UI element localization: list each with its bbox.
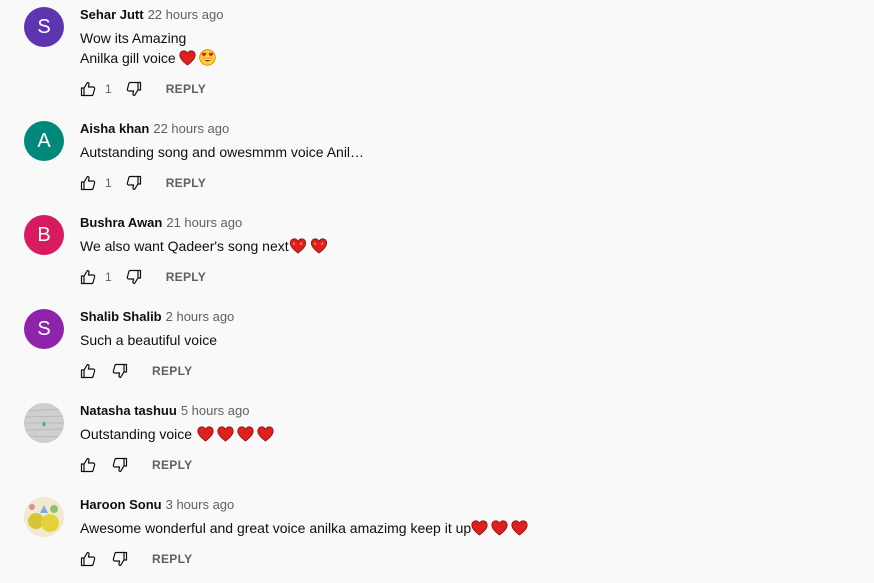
- comment-item: S Shalib Shalib 2 hours ago Such a beauti…: [0, 309, 874, 403]
- comment-text-line-2: Anilka gill voice: [80, 50, 176, 66]
- comment-time[interactable]: 3 hours ago: [166, 497, 235, 512]
- comment-text-line-1: Outstanding voice: [80, 426, 193, 442]
- heart-emoji-icon: [257, 426, 274, 447]
- comment-time[interactable]: 22 hours ago: [148, 7, 224, 22]
- thumbs-up-icon[interactable]: [80, 175, 96, 191]
- comment-actions: 1 REPLY: [80, 267, 206, 287]
- comment-time[interactable]: 21 hours ago: [166, 215, 242, 230]
- sparkling-heart-emoji-icon: [310, 238, 328, 259]
- comment-text-line-1: We also want Qadeer's song next: [80, 238, 289, 254]
- comment-text-line: Wow its Amazing: [80, 28, 216, 48]
- avatar[interactable]: S: [24, 7, 64, 47]
- avatar-letter: B: [37, 224, 51, 246]
- comment-author[interactable]: Aisha khan: [80, 121, 149, 136]
- heart-emoji-icon: [491, 520, 508, 541]
- comment-author[interactable]: Shalib Shalib: [80, 309, 162, 324]
- avatar[interactable]: S: [24, 309, 64, 349]
- avatar-letter: A: [37, 130, 51, 152]
- comment-item: Natasha tashuu 5 hours ago Outstanding vo…: [0, 403, 874, 497]
- avatar[interactable]: [24, 497, 64, 537]
- avatar-letter: S: [37, 16, 51, 38]
- avatar-photo: [24, 497, 64, 537]
- heart-emoji-icon: [471, 520, 488, 541]
- thumbs-down-icon[interactable]: [112, 457, 128, 473]
- comment-time[interactable]: 2 hours ago: [166, 309, 235, 324]
- like-count: 1: [105, 176, 112, 190]
- heart-emoji-icon: [197, 426, 214, 447]
- comment-item: B Bushra Awan 21 hours ago We also want Q…: [0, 215, 874, 309]
- comment-text-line: Anilka gill voice: [80, 48, 216, 71]
- thumbs-down-icon[interactable]: [126, 81, 142, 97]
- comment-text-line-1: Wow its Amazing: [80, 30, 187, 46]
- comment-time[interactable]: 22 hours ago: [153, 121, 229, 136]
- comment-author[interactable]: Haroon Sonu: [80, 497, 162, 512]
- comment-author[interactable]: Natasha tashuu: [80, 403, 177, 418]
- reply-button[interactable]: REPLY: [152, 552, 192, 566]
- reply-button[interactable]: REPLY: [152, 364, 192, 378]
- comment-author[interactable]: Bushra Awan: [80, 215, 162, 230]
- comment-actions: REPLY: [80, 549, 192, 569]
- comment-author[interactable]: Sehar Jutt: [80, 7, 144, 22]
- comment-item: A Aisha khan 22 hours ago Autstanding son…: [0, 121, 874, 215]
- comment-text-line: Outstanding voice: [80, 424, 274, 447]
- comment-text: Autstanding song and owesmmm voice Anil…: [80, 142, 364, 162]
- comment-text: Wow its Amazing Anilka gill voice: [80, 28, 216, 71]
- comment-header: Sehar Jutt 22 hours ago: [80, 6, 223, 24]
- reply-button[interactable]: REPLY: [152, 458, 192, 472]
- thumbs-down-icon[interactable]: [112, 551, 128, 567]
- comment-text-line-1: Awesome wonderful and great voice anilka…: [80, 520, 472, 536]
- comment-actions: 1 REPLY: [80, 173, 206, 193]
- comment-text: Outstanding voice: [80, 424, 274, 447]
- thumbs-up-icon[interactable]: [80, 457, 96, 473]
- thumbs-down-icon[interactable]: [112, 363, 128, 379]
- avatar[interactable]: A: [24, 121, 64, 161]
- comment-text-line: Such a beautiful voice: [80, 332, 217, 348]
- sparkling-heart-emoji-icon: [289, 238, 307, 259]
- heart-emoji-icon: [237, 426, 254, 447]
- comment-time[interactable]: 5 hours ago: [181, 403, 250, 418]
- comment-header: Shalib Shalib 2 hours ago: [80, 308, 234, 326]
- thumbs-up-icon[interactable]: [80, 269, 96, 285]
- heart-emoji-icon: [217, 426, 234, 447]
- comment-header: Bushra Awan 21 hours ago: [80, 214, 242, 232]
- comment-text: We also want Qadeer's song next: [80, 236, 328, 259]
- like-count: 1: [105, 270, 112, 284]
- thumbs-up-icon[interactable]: [80, 551, 96, 567]
- comment-actions: REPLY: [80, 361, 192, 381]
- reply-button[interactable]: REPLY: [166, 270, 206, 284]
- comment-text: Such a beautiful voice: [80, 330, 217, 350]
- avatar[interactable]: [24, 403, 64, 443]
- comment-text-line: Awesome wonderful and great voice anilka…: [80, 518, 528, 541]
- thumbs-up-icon[interactable]: [80, 81, 96, 97]
- comment-actions: 1 REPLY: [80, 79, 206, 99]
- avatar-photo: [24, 403, 64, 443]
- comment-text-line: We also want Qadeer's song next: [80, 236, 328, 259]
- heart-eyes-emoji-icon: [199, 49, 216, 71]
- comment-actions: REPLY: [80, 455, 192, 475]
- comment-text-line: Autstanding song and owesmmm voice Anil…: [80, 144, 365, 160]
- avatar-letter: S: [37, 318, 51, 340]
- thumbs-down-icon[interactable]: [126, 269, 142, 285]
- comments-section: S Sehar Jutt 22 hours ago Wow its Amazing…: [0, 0, 874, 583]
- avatar[interactable]: B: [24, 215, 64, 255]
- comment-header: Aisha khan 22 hours ago: [80, 120, 229, 138]
- heart-emoji-icon: [179, 50, 196, 71]
- comment-text: Awesome wonderful and great voice anilka…: [80, 518, 528, 541]
- thumbs-up-icon[interactable]: [80, 363, 96, 379]
- reply-button[interactable]: REPLY: [166, 176, 206, 190]
- like-count: 1: [105, 82, 112, 96]
- reply-button[interactable]: REPLY: [166, 82, 206, 96]
- comment-header: Haroon Sonu 3 hours ago: [80, 496, 234, 514]
- comment-header: Natasha tashuu 5 hours ago: [80, 402, 249, 420]
- thumbs-down-icon[interactable]: [126, 175, 142, 191]
- comment-item: S Sehar Jutt 22 hours ago Wow its Amazing…: [0, 7, 874, 101]
- comment-item: Haroon Sonu 3 hours ago Awesome wonderful…: [0, 497, 874, 583]
- heart-emoji-icon: [511, 520, 528, 541]
